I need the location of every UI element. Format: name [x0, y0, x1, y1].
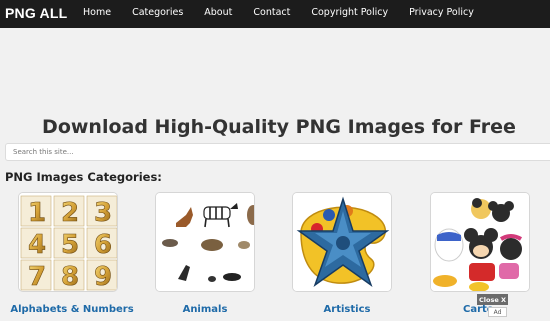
- main-nav: Home Categories About Contact Copyright …: [83, 7, 495, 18]
- ad-close-button[interactable]: Close X: [477, 294, 508, 305]
- star-palette-thumbnail-icon: [293, 193, 391, 291]
- svg-text:2: 2: [61, 198, 79, 228]
- category-label-animals[interactable]: Animals: [135, 304, 275, 315]
- svg-text:6: 6: [94, 230, 112, 260]
- nav-privacy-policy[interactable]: Privacy Policy: [409, 7, 474, 18]
- svg-text:7: 7: [28, 262, 46, 292]
- categories-heading: PNG Images Categories:: [5, 170, 162, 184]
- nav-categories[interactable]: Categories: [132, 7, 183, 18]
- page-title: Download High-Quality PNG Images for Fre…: [42, 116, 516, 138]
- svg-text:9: 9: [94, 262, 112, 292]
- animals-thumbnail-icon: [156, 193, 254, 291]
- svg-text:3: 3: [94, 198, 112, 228]
- nav-about[interactable]: About: [204, 7, 232, 18]
- category-card-cartoons[interactable]: [430, 192, 530, 292]
- category-card-animals[interactable]: [155, 192, 255, 292]
- cartoon-thumbnail-icon: [431, 193, 529, 291]
- category-card-artistics[interactable]: [292, 192, 392, 292]
- top-navigation-bar: PNG ALL Home Categories About Contact Co…: [0, 0, 550, 28]
- nav-contact[interactable]: Contact: [253, 7, 290, 18]
- svg-text:5: 5: [61, 230, 79, 260]
- svg-text:4: 4: [28, 230, 46, 260]
- site-logo[interactable]: PNG ALL: [5, 5, 67, 21]
- numbers-thumbnail-icon: 123 456 789: [19, 193, 117, 292]
- category-label-alphabets-numbers[interactable]: Alphabets & Numbers: [2, 304, 142, 315]
- svg-text:8: 8: [61, 262, 79, 292]
- svg-text:1: 1: [28, 198, 46, 228]
- nav-copyright-policy[interactable]: Copyright Policy: [311, 7, 388, 18]
- ad-badge[interactable]: Ad: [488, 307, 507, 317]
- category-card-alphabets-numbers[interactable]: 123 456 789: [18, 192, 118, 292]
- category-label-artistics[interactable]: Artistics: [277, 304, 417, 315]
- search-input[interactable]: Search this site...: [5, 143, 550, 161]
- nav-home[interactable]: Home: [83, 7, 111, 18]
